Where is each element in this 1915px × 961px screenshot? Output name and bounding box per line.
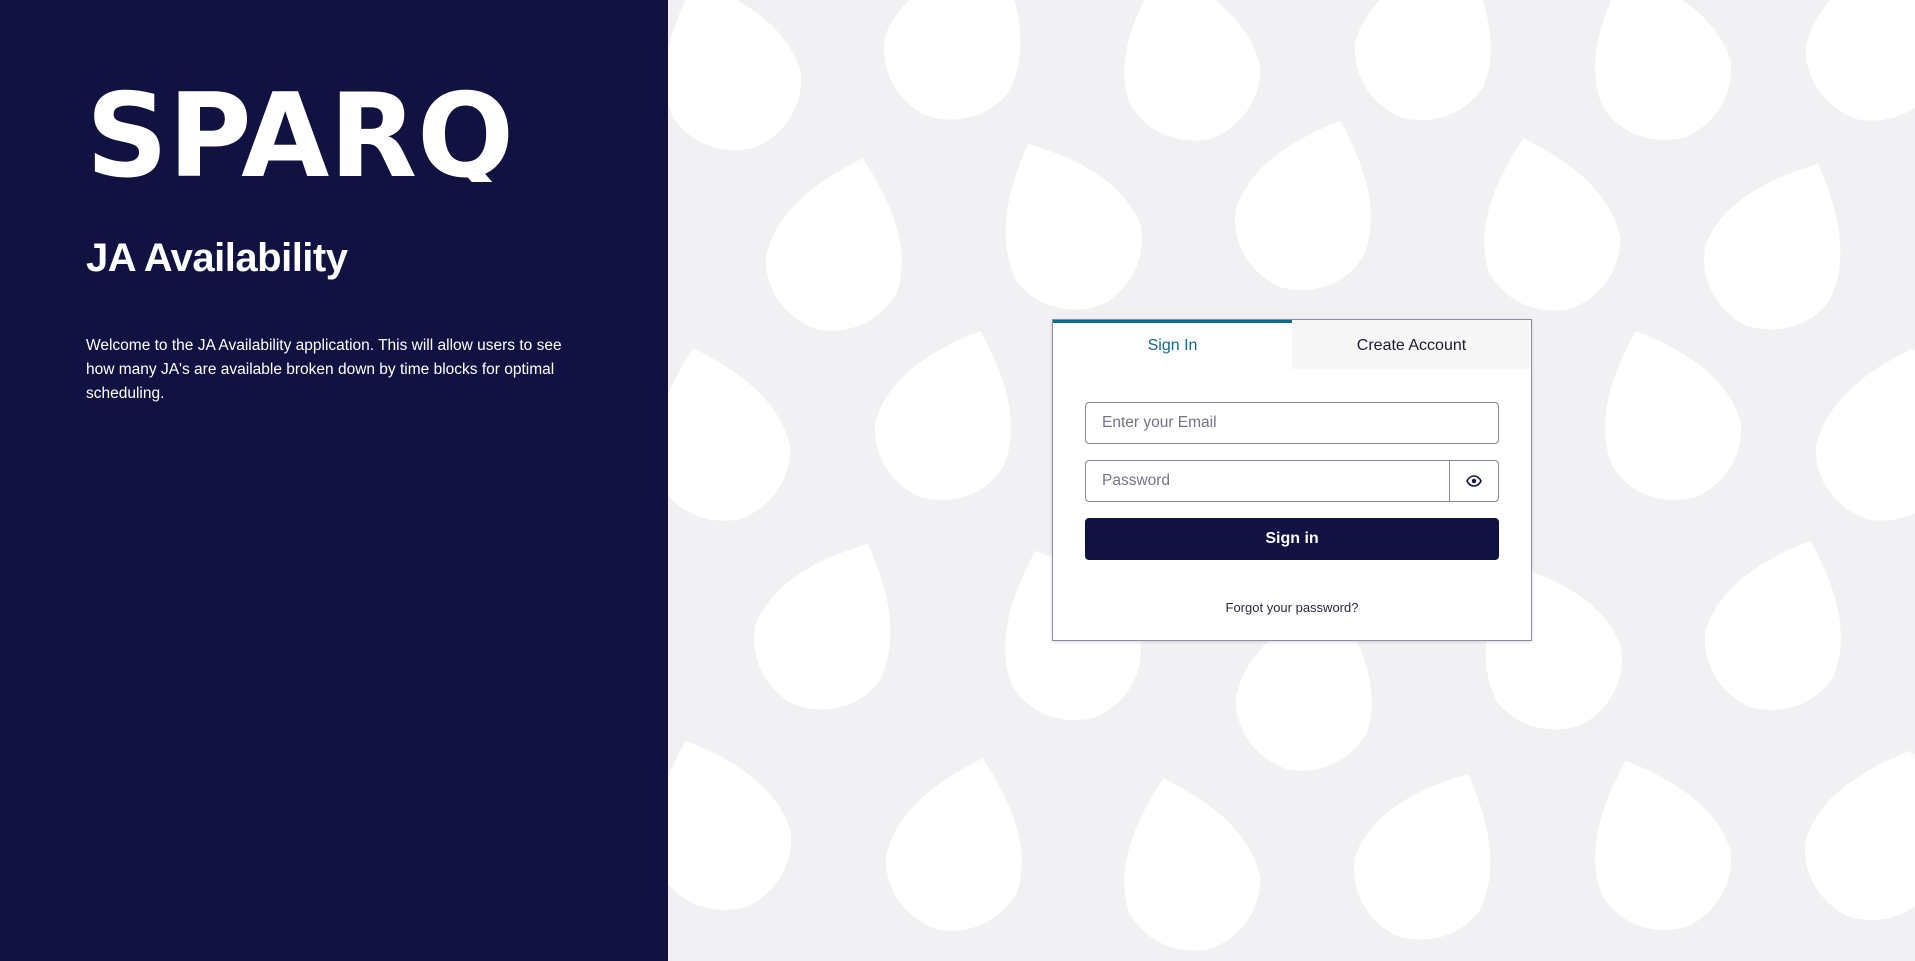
brand-panel: SPARQ JA Availability Welcome to the JA … [0, 0, 668, 961]
show-password-button[interactable] [1449, 460, 1499, 502]
tab-sign-in[interactable]: Sign In [1053, 320, 1292, 369]
sparq-logo: SPARQ [86, 69, 516, 204]
sparq-logo-mark: SPARQ [86, 69, 514, 204]
password-input[interactable] [1085, 460, 1449, 502]
email-input[interactable] [1085, 402, 1499, 444]
app-title: JA Availability [86, 236, 348, 280]
sign-in-form: Sign in Forgot your password? [1053, 369, 1531, 615]
login-area: Sign In Create Account Sign in Forgot yo… [668, 0, 1915, 961]
auth-card: Sign In Create Account Sign in Forgot yo… [1052, 319, 1532, 641]
svg-text:SPARQ: SPARQ [86, 86, 514, 182]
login-page: SPARQ JA Availability Welcome to the JA … [0, 0, 1915, 961]
sign-in-button[interactable]: Sign in [1085, 518, 1499, 560]
forgot-password-link[interactable]: Forgot your password? [1085, 600, 1499, 615]
welcome-text: Welcome to the JA Availability applicati… [86, 337, 562, 402]
tab-create-account[interactable]: Create Account [1292, 320, 1531, 369]
auth-tabs: Sign In Create Account [1053, 320, 1531, 369]
password-row [1085, 460, 1499, 502]
eye-icon [1466, 475, 1482, 487]
